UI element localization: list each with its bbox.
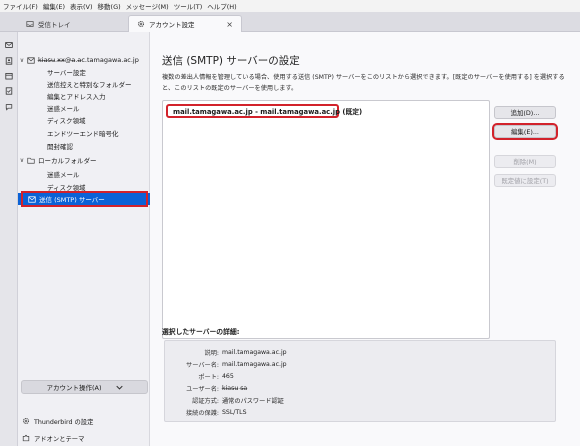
calendar-space-button[interactable] bbox=[4, 71, 14, 80]
menu-file[interactable]: ファイル(F) bbox=[3, 1, 38, 11]
detail-row: ユーザー名: k̶i̶a̶s̶u̶ s̶a̶ bbox=[165, 383, 557, 394]
menu-go[interactable]: 移動(G) bbox=[98, 1, 121, 11]
menu-edit[interactable]: 編集(E) bbox=[43, 1, 65, 11]
folder-icon bbox=[26, 156, 35, 164]
page-title: 送信 (SMTP) サーバーの設定 bbox=[162, 55, 300, 67]
detail-row: サーバー名: mail.tamagawa.ac.jp bbox=[165, 359, 557, 370]
tab-bar: 受信トレイ アカウント設定 × bbox=[0, 12, 580, 32]
description-text: 複数の差出人情報を管理している場合、使用する送信 (SMTP) サーバーをこのリ… bbox=[162, 74, 565, 92]
account-tree-sidebar: ∨ k̶i̶a̶s̶u̶.x̶x̶@a̶.a̶c.tamagawa.ac.jp … bbox=[18, 32, 150, 446]
addons-themes-label: アドオンとテーマ bbox=[34, 435, 85, 443]
set-default-button[interactable]: 既定値に設定(T) bbox=[494, 174, 556, 187]
sidebar-item-return-receipts[interactable]: 開封確認 bbox=[18, 140, 150, 152]
tasks-icon bbox=[5, 86, 13, 95]
detail-value: SSL/TLS bbox=[222, 409, 247, 416]
mail-space-button[interactable] bbox=[4, 40, 14, 49]
address-book-space-button[interactable] bbox=[4, 56, 14, 65]
tab-inbox-label: 受信トレイ bbox=[38, 20, 71, 29]
gear-icon bbox=[137, 20, 145, 28]
local-folders-item[interactable]: ∨ ローカルフォルダー bbox=[18, 154, 150, 166]
detail-row: 認証方式: 通常のパスワード認証 bbox=[165, 395, 557, 406]
sidebar-item-label: 開封確認 bbox=[47, 143, 73, 151]
detail-value: mail.tamagawa.ac.jp bbox=[222, 349, 287, 356]
details-heading: 選択したサーバーの詳細: bbox=[162, 328, 240, 336]
local-folders-label: ローカルフォルダー bbox=[38, 157, 97, 165]
chevron-down-icon bbox=[115, 385, 123, 390]
chevron-down-icon[interactable]: ∨ bbox=[18, 57, 26, 64]
detail-label: ユーザー名: bbox=[186, 386, 219, 393]
account-label: k̶i̶a̶s̶u̶.x̶x̶@a̶.a̶c.tamagawa.ac.jp bbox=[38, 56, 139, 64]
sidebar-item-local-disk-space[interactable]: ディスク領域 bbox=[18, 181, 150, 193]
detail-value: k̶i̶a̶s̶u̶ s̶a̶ bbox=[222, 385, 248, 392]
tab-inbox[interactable]: 受信トレイ bbox=[18, 15, 128, 32]
sidebar-item-label: ディスク領域 bbox=[47, 184, 86, 192]
inbox-icon bbox=[26, 20, 34, 27]
detail-row: 接続の保護: SSL/TLS bbox=[165, 407, 557, 418]
thunderbird-settings-link[interactable]: Thunderbird の設定 bbox=[22, 415, 93, 427]
close-tab-icon[interactable]: × bbox=[226, 20, 233, 29]
smtp-server-item[interactable]: mail.tamagawa.ac.jp - mail.tamagawa.ac.j… bbox=[166, 104, 362, 118]
calendar-icon bbox=[5, 72, 13, 79]
address-book-icon bbox=[5, 56, 13, 65]
thunderbird-settings-label: Thunderbird の設定 bbox=[34, 418, 94, 426]
mail-account-icon bbox=[26, 56, 35, 64]
detail-label: 接続の保護: bbox=[185, 410, 219, 417]
detail-value: mail.tamagawa.ac.jp bbox=[222, 361, 287, 368]
detail-label: サーバー名: bbox=[186, 362, 219, 369]
menu-help[interactable]: ヘルプ(H) bbox=[207, 1, 236, 11]
outgoing-server-icon bbox=[27, 195, 36, 203]
sidebar-item-e2e-encryption[interactable]: エンドツーエンド暗号化 bbox=[18, 127, 150, 139]
server-details-box: 説明: mail.tamagawa.ac.jp サーバー名: mail.tamaga… bbox=[164, 340, 556, 422]
detail-row: 説明: mail.tamagawa.ac.jp bbox=[165, 347, 557, 358]
sidebar-item-smtp[interactable]: 送信 (SMTP) サーバー bbox=[18, 193, 150, 205]
chevron-down-icon[interactable]: ∨ bbox=[18, 157, 26, 164]
remove-server-button[interactable]: 削除(M) bbox=[494, 155, 556, 168]
sidebar-item-disk-space[interactable]: ディスク領域 bbox=[18, 114, 150, 126]
sidebar-item-label: 迷惑メール bbox=[47, 171, 80, 179]
detail-label: ポート: bbox=[198, 374, 219, 381]
detail-label: 認証方式: bbox=[192, 398, 219, 405]
sidebar-item-label: サーバー設定 bbox=[47, 69, 86, 77]
sidebar-item-label: 迷惑メール bbox=[47, 105, 80, 113]
sidebar-item-copies-folders[interactable]: 送信控えと特別なフォルダー bbox=[18, 78, 150, 90]
account-item[interactable]: ∨ k̶i̶a̶s̶u̶.x̶x̶@a̶.a̶c.tamagawa.ac.jp bbox=[18, 54, 150, 66]
menu-message[interactable]: メッセージ(M) bbox=[126, 1, 169, 11]
sidebar-item-label: 送信控えと特別なフォルダー bbox=[47, 81, 132, 89]
account-actions-label: アカウント操作(A) bbox=[46, 384, 102, 392]
mail-icon bbox=[5, 41, 13, 48]
tab-account-settings[interactable]: アカウント設定 × bbox=[128, 15, 242, 32]
sidebar-item-label: 送信 (SMTP) サーバー bbox=[39, 196, 105, 204]
menu-view[interactable]: 表示(V) bbox=[70, 1, 93, 11]
sidebar-item-label: ディスク領域 bbox=[47, 117, 86, 125]
detail-value: 465 bbox=[222, 373, 234, 380]
addons-themes-link[interactable]: アドオンとテーマ bbox=[22, 432, 84, 444]
chat-icon bbox=[5, 103, 13, 111]
sidebar-item-server-settings[interactable]: サーバー設定 bbox=[18, 66, 150, 78]
chat-space-button[interactable] bbox=[4, 102, 14, 111]
tab-account-settings-label: アカウント設定 bbox=[149, 21, 195, 29]
menu-tools[interactable]: ツール(T) bbox=[174, 1, 203, 11]
account-actions-button[interactable]: アカウント操作(A) bbox=[21, 380, 148, 394]
sidebar-item-label: エンドツーエンド暗号化 bbox=[47, 130, 119, 138]
add-server-button[interactable]: 追加(D)... bbox=[494, 106, 556, 119]
smtp-settings-pane: 送信 (SMTP) サーバーの設定 複数の差出人情報を管理している場合、使用する… bbox=[150, 32, 580, 446]
sidebar-item-junk[interactable]: 迷惑メール bbox=[18, 102, 150, 114]
sidebar-item-composition[interactable]: 編集とアドレス入力 bbox=[18, 90, 150, 102]
spaces-toolbar bbox=[0, 32, 18, 446]
menu-bar: ファイル(F) 編集(E) 表示(V) 移動(G) メッセージ(M) ツール(T… bbox=[0, 0, 580, 12]
detail-label: 説明: bbox=[204, 350, 219, 357]
sidebar-item-label: 編集とアドレス入力 bbox=[47, 93, 106, 101]
tasks-space-button[interactable] bbox=[4, 86, 14, 95]
smtp-server-list[interactable]: mail.tamagawa.ac.jp - mail.tamagawa.ac.j… bbox=[162, 100, 490, 339]
sidebar-item-local-junk[interactable]: 迷惑メール bbox=[18, 168, 150, 180]
edit-server-button[interactable]: 編集(E)... bbox=[492, 123, 558, 140]
detail-row: ポート: 465 bbox=[165, 371, 557, 382]
gear-icon bbox=[22, 417, 30, 425]
detail-value: 通常のパスワード認証 bbox=[222, 398, 284, 405]
puzzle-piece-icon bbox=[22, 434, 30, 442]
